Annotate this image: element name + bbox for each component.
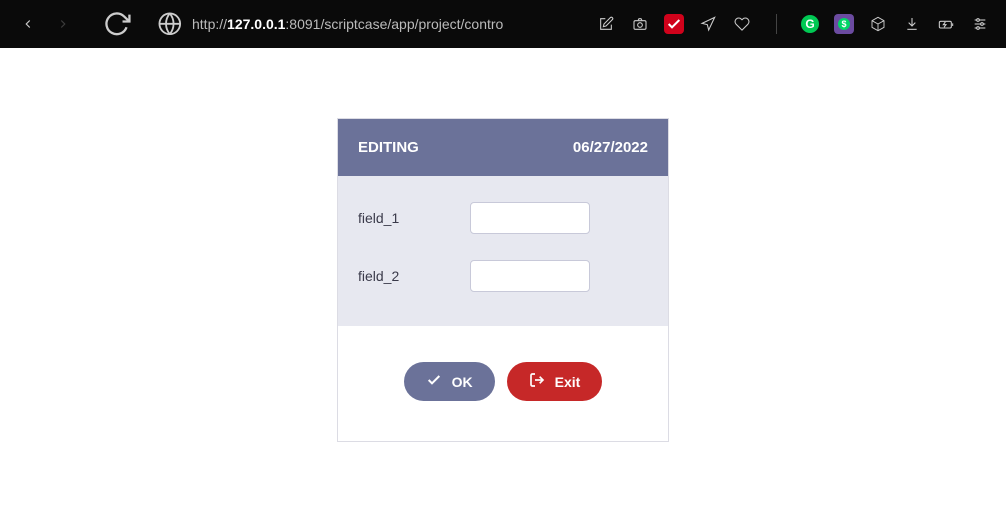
field-label-2: field_2 [358, 268, 470, 284]
dollar-icon[interactable]: $ [832, 12, 856, 36]
send-icon[interactable] [696, 12, 720, 36]
url-path: :8091/scriptcase/app/project/contro [285, 16, 503, 32]
camera-icon[interactable] [628, 12, 652, 36]
toolbar-right: G $ [594, 12, 992, 36]
field-row: field_1 [358, 202, 648, 234]
heart-icon[interactable] [730, 12, 754, 36]
browser-toolbar: http://127.0.0.1:8091/scriptcase/app/pro… [0, 0, 1006, 48]
field-row: field_2 [358, 260, 648, 292]
card-header: EDITING 06/27/2022 [338, 119, 668, 176]
form-card: EDITING 06/27/2022 field_1 field_2 OK [337, 118, 669, 442]
exit-button-label: Exit [555, 374, 581, 390]
shield-icon[interactable] [662, 12, 686, 36]
ok-button-label: OK [452, 374, 473, 390]
url-host: 127.0.0.1 [227, 16, 285, 32]
grammarly-icon[interactable]: G [798, 12, 822, 36]
back-button[interactable] [14, 10, 42, 38]
battery-icon[interactable] [934, 12, 958, 36]
page-content: EDITING 06/27/2022 field_1 field_2 OK [0, 48, 1006, 532]
url-prefix: http:// [192, 16, 227, 32]
card-date: 06/27/2022 [573, 139, 648, 156]
settings-icon[interactable] [968, 12, 992, 36]
address-bar[interactable]: http://127.0.0.1:8091/scriptcase/app/pro… [192, 16, 586, 32]
exit-icon [529, 372, 545, 391]
forward-button[interactable] [50, 10, 78, 38]
field-input-1[interactable] [470, 202, 590, 234]
download-icon[interactable] [900, 12, 924, 36]
card-body: field_1 field_2 [338, 176, 668, 326]
exit-button[interactable]: Exit [507, 362, 603, 401]
reload-button[interactable] [103, 10, 131, 38]
check-icon [426, 372, 442, 391]
card-title: EDITING [358, 139, 419, 156]
field-input-2[interactable] [470, 260, 590, 292]
field-label-1: field_1 [358, 210, 470, 226]
cube-icon[interactable] [866, 12, 890, 36]
edit-icon[interactable] [594, 12, 618, 36]
site-info-icon[interactable] [156, 10, 184, 38]
divider [764, 12, 788, 36]
card-footer: OK Exit [338, 326, 668, 441]
ok-button[interactable]: OK [404, 362, 495, 401]
